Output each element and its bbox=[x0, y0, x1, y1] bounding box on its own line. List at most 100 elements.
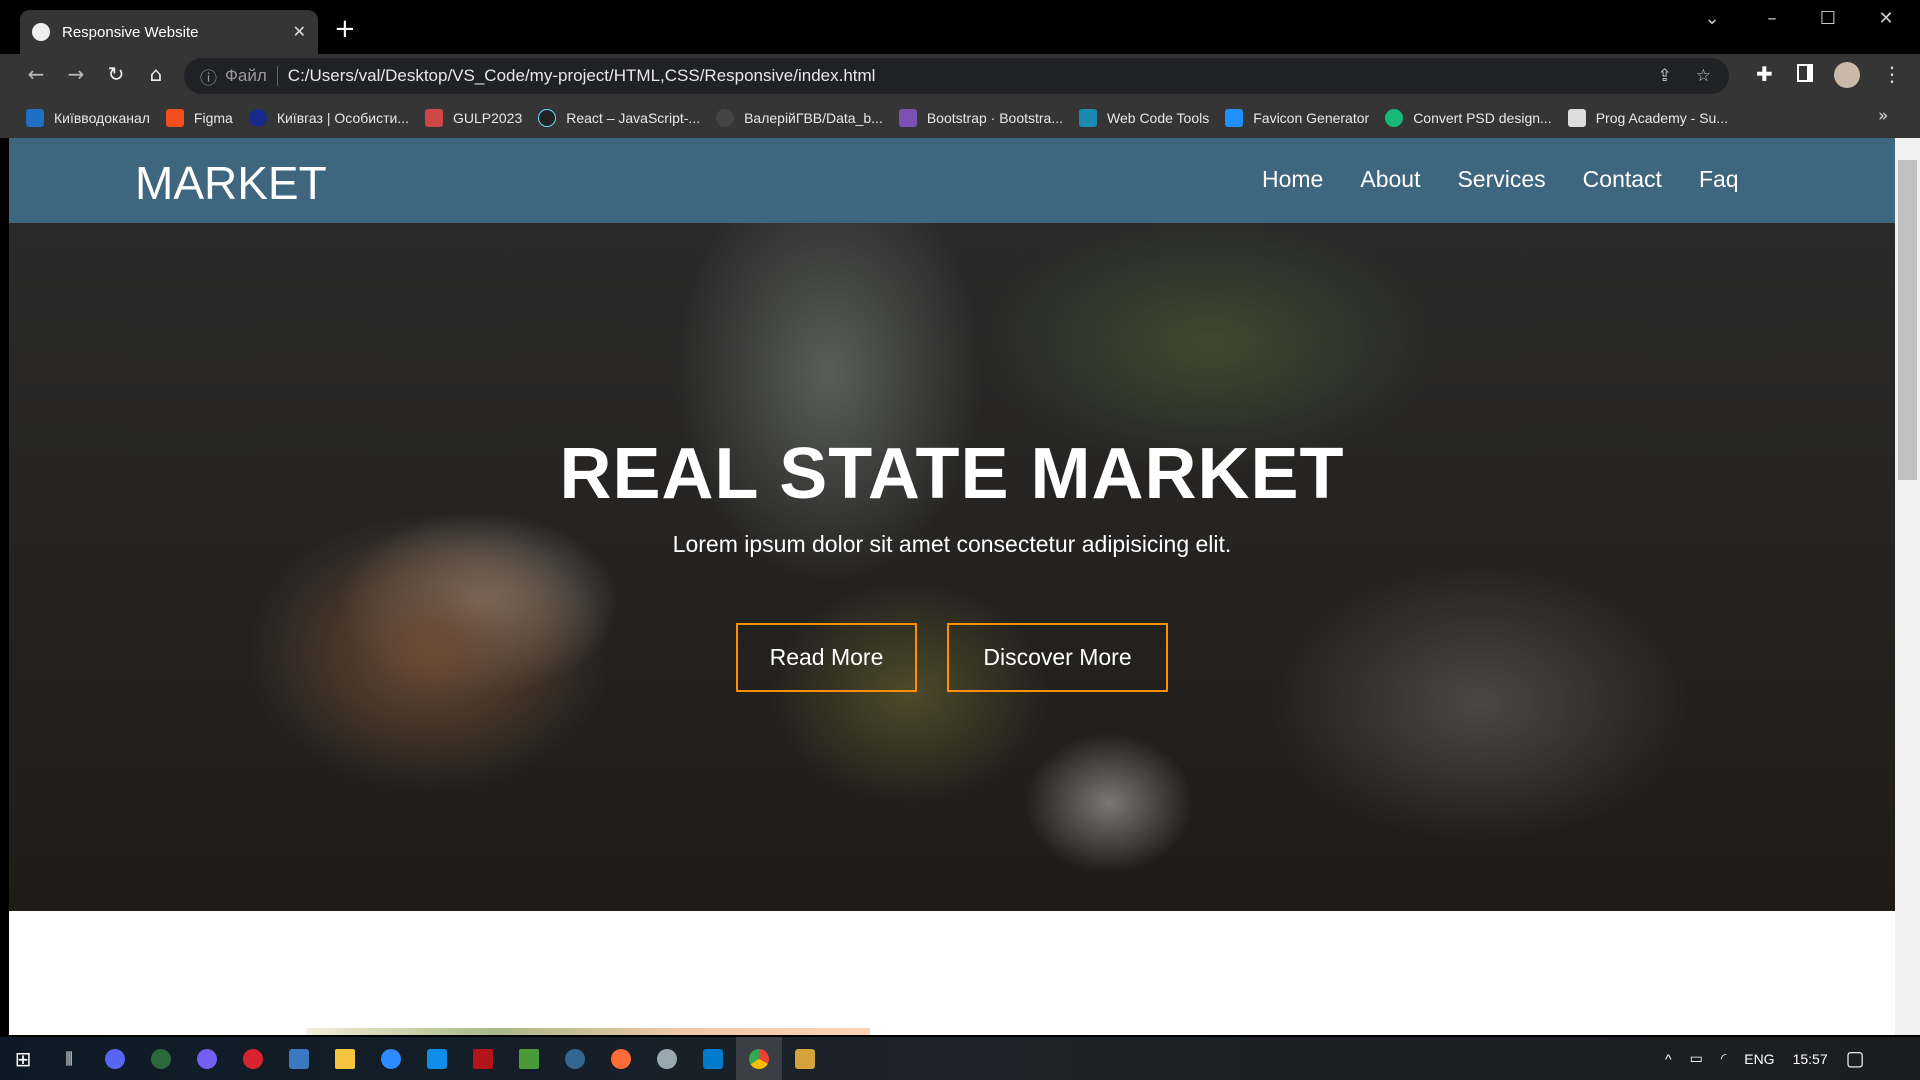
side-panel-icon[interactable] bbox=[1797, 64, 1813, 82]
bookmark-item[interactable]: Bootstrap · Bootstra... bbox=[898, 109, 1064, 127]
minimize-button[interactable]: – bbox=[1752, 8, 1792, 29]
site-logo[interactable]: MARKET bbox=[135, 156, 327, 210]
notifications-icon[interactable]: ▢ bbox=[1846, 1046, 1865, 1071]
vscode-icon[interactable] bbox=[690, 1037, 736, 1080]
back-icon[interactable]: ← bbox=[23, 62, 49, 86]
hero-subtitle: Lorem ipsum dolor sit amet consectetur a… bbox=[672, 531, 1232, 557]
app-icon[interactable] bbox=[644, 1037, 690, 1080]
hero-section: REAL STATE MARKET Lorem ipsum dolor sit … bbox=[9, 223, 1895, 911]
bookmark-label: Київводоканал bbox=[54, 110, 150, 126]
close-window-button[interactable]: ✕ bbox=[1866, 8, 1906, 29]
bookmark-label: Bootstrap · Bootstra... bbox=[926, 110, 1064, 126]
viber-icon[interactable] bbox=[184, 1037, 230, 1080]
discover-more-button[interactable]: Discover More bbox=[947, 623, 1168, 692]
favicon-icon bbox=[1225, 109, 1244, 127]
site-navbar: MARKET Home About Services Contact Faq bbox=[9, 138, 1895, 223]
bookmark-item[interactable]: Figma bbox=[165, 109, 233, 127]
hero-title: REAL STATE MARKET bbox=[559, 434, 1345, 514]
url-scheme: Файл bbox=[225, 66, 278, 86]
home-icon[interactable]: ⌂ bbox=[143, 62, 169, 86]
language-indicator[interactable]: ENG bbox=[1744, 1051, 1774, 1067]
bookmark-item[interactable]: GULP2023 bbox=[424, 109, 523, 127]
bookmark-item[interactable]: ВалерійГВВ/Data_b... bbox=[716, 109, 883, 127]
chrome-icon[interactable] bbox=[736, 1037, 782, 1080]
bookmark-label: Convert PSD design... bbox=[1413, 110, 1552, 126]
nav-home[interactable]: Home bbox=[1262, 166, 1323, 193]
app-icon[interactable] bbox=[138, 1037, 184, 1080]
battery-icon[interactable]: ▭ bbox=[1690, 1050, 1703, 1067]
file-explorer-icon[interactable] bbox=[322, 1037, 368, 1080]
terminal-icon[interactable] bbox=[506, 1037, 552, 1080]
nav-links: Home About Services Contact Faq bbox=[1262, 166, 1739, 193]
bookmark-item[interactable]: Київводоканал bbox=[26, 109, 150, 127]
messenger-icon[interactable] bbox=[368, 1037, 414, 1080]
read-more-button[interactable]: Read More bbox=[736, 623, 917, 692]
forward-icon[interactable]: → bbox=[63, 62, 89, 86]
tab-title: Responsive Website bbox=[62, 23, 199, 41]
opera-icon[interactable] bbox=[230, 1037, 276, 1080]
app-icon[interactable] bbox=[782, 1037, 828, 1080]
bookmark-label: ВалерійГВВ/Data_b... bbox=[744, 110, 883, 126]
maximize-button[interactable]: ☐ bbox=[1808, 8, 1848, 29]
nav-about[interactable]: About bbox=[1360, 166, 1420, 193]
bookmark-label: Київгаз | Особисти... bbox=[276, 110, 409, 126]
more-bookmarks-button[interactable]: » bbox=[1878, 106, 1888, 126]
share-icon[interactable]: ⇪ bbox=[1658, 66, 1672, 86]
teamviewer-icon[interactable] bbox=[414, 1037, 460, 1080]
code-icon bbox=[1079, 109, 1098, 127]
browser-tab[interactable]: Responsive Website ✕ bbox=[20, 10, 318, 54]
drop-icon bbox=[1385, 109, 1404, 127]
bookmark-icon bbox=[1567, 109, 1586, 127]
chevron-up-icon[interactable]: ^ bbox=[1665, 1051, 1672, 1067]
scrollbar-thumb[interactable] bbox=[1898, 160, 1917, 480]
bookmark-item[interactable]: React – JavaScript-... bbox=[538, 109, 700, 127]
bookmark-item[interactable]: Prog Academy - Su... bbox=[1567, 109, 1728, 127]
bookmark-star-icon[interactable]: ☆ bbox=[1696, 66, 1711, 86]
start-button[interactable]: ⊞ bbox=[0, 1037, 46, 1080]
bootstrap-icon bbox=[898, 109, 917, 127]
bookmark-icon bbox=[248, 109, 267, 127]
wifi-icon[interactable]: ◜ bbox=[1721, 1050, 1726, 1067]
shield-icon[interactable] bbox=[276, 1037, 322, 1080]
nav-services[interactable]: Services bbox=[1457, 166, 1545, 193]
new-tab-button[interactable]: + bbox=[334, 14, 356, 44]
bookmark-icon bbox=[26, 109, 44, 127]
nav-contact[interactable]: Contact bbox=[1583, 166, 1662, 193]
bookmark-item[interactable]: Web Code Tools bbox=[1079, 109, 1209, 127]
menu-icon[interactable]: ⋮ bbox=[1882, 62, 1902, 86]
gulp-icon bbox=[424, 109, 443, 127]
figma-icon bbox=[165, 109, 184, 127]
globe-icon bbox=[32, 23, 50, 41]
github-icon bbox=[716, 109, 735, 127]
clock[interactable]: 15:57 bbox=[1793, 1051, 1828, 1067]
web-page: MARKET Home About Services Contact Faq R… bbox=[9, 138, 1895, 1035]
address-bar[interactable]: ⓘ Файл C:/Users/val/Desktop/VS_Code/my-p… bbox=[184, 58, 1729, 94]
url-text[interactable]: C:/Users/val/Desktop/VS_Code/my-project/… bbox=[288, 66, 876, 86]
react-icon bbox=[538, 109, 557, 127]
bookmark-item[interactable]: Favicon Generator bbox=[1225, 109, 1369, 127]
bookmark-label: Favicon Generator bbox=[1253, 110, 1370, 126]
tab-search-icon[interactable]: ⌄ bbox=[1692, 8, 1732, 29]
bookmark-item[interactable]: Київгаз | Особисти... bbox=[248, 109, 409, 127]
extensions-icon[interactable]: ✚ bbox=[1756, 62, 1773, 86]
postgres-icon[interactable] bbox=[552, 1037, 598, 1080]
nav-faq[interactable]: Faq bbox=[1699, 166, 1739, 193]
taskbar: ⊞ ⫼ bbox=[0, 1037, 1920, 1080]
postman-icon[interactable] bbox=[598, 1037, 644, 1080]
info-icon[interactable]: ⓘ bbox=[200, 64, 217, 89]
system-tray: ^ ▭ ◜ ENG 15:57 ▢ bbox=[1665, 1037, 1865, 1080]
reload-icon[interactable]: ↻ bbox=[103, 62, 129, 86]
pdf-icon[interactable] bbox=[460, 1037, 506, 1080]
close-tab-icon[interactable]: ✕ bbox=[293, 22, 306, 42]
bookmark-label: Figma bbox=[193, 110, 233, 126]
discord-icon[interactable] bbox=[92, 1037, 138, 1080]
bookmark-label: GULP2023 bbox=[452, 110, 523, 126]
bookmark-item[interactable]: Convert PSD design... bbox=[1385, 109, 1552, 127]
task-view-icon[interactable]: ⫼ bbox=[46, 1037, 92, 1080]
bookmark-label: Web Code Tools bbox=[1107, 110, 1210, 126]
bookmark-label: React – JavaScript-... bbox=[566, 110, 701, 126]
bookmark-label: Prog Academy - Su... bbox=[1595, 110, 1728, 126]
bookmarks-bar: Київводоканал Figma Київгаз | Особисти..… bbox=[0, 98, 1920, 138]
profile-avatar[interactable] bbox=[1834, 62, 1860, 88]
image-preview bbox=[306, 1028, 870, 1035]
